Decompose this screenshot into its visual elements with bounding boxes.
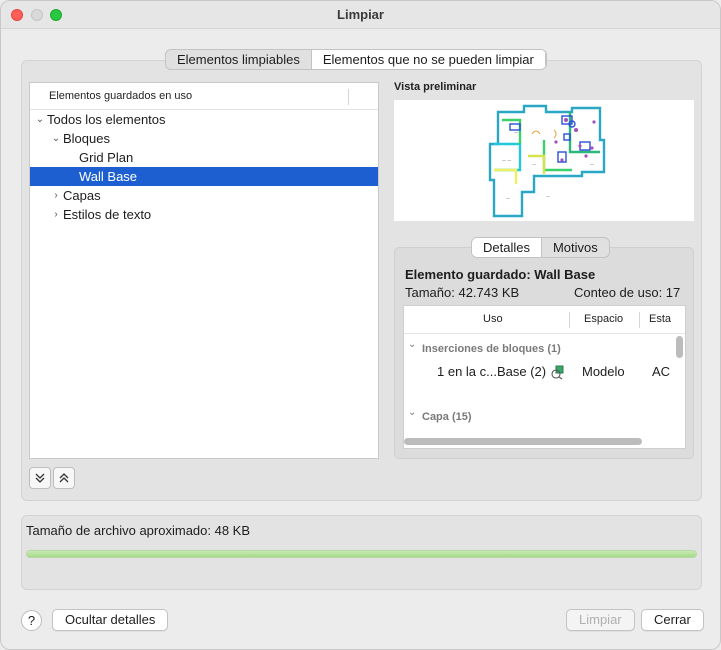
floor-plan-image: — — — — — — — [488, 104, 606, 218]
column-header-space[interactable]: Espacio [584, 306, 623, 333]
usage-table: Uso Espacio Esta ⌄ Inserciones de bloque… [403, 305, 686, 449]
double-chevron-down-icon [35, 473, 45, 483]
state-cell[interactable]: AC [652, 364, 670, 379]
horizontal-scrollbar[interactable] [404, 438, 642, 445]
group-block-insertions[interactable]: Inserciones de bloques (1) [422, 343, 561, 355]
hide-details-button[interactable]: Ocultar detalles [52, 609, 169, 631]
tree-header: Elementos guardados en uso [30, 83, 378, 110]
saved-item-title: Elemento guardado: Wall Base [405, 267, 596, 282]
purge-tabs: Elementos limpiables Elementos que no se… [165, 49, 547, 70]
svg-text:—: — [590, 162, 594, 167]
progress-fill [27, 551, 696, 557]
chevron-down-icon[interactable]: ⌄ [50, 129, 62, 148]
tree-header-label: Elementos guardados en uso [49, 90, 193, 102]
help-button[interactable]: ? [21, 610, 42, 631]
svg-text:—: — [546, 194, 550, 199]
tree-item-layers[interactable]: › Capas [30, 186, 378, 205]
purge-dialog: Limpiar Elementos limpiables Elementos q… [0, 0, 721, 650]
use-cell[interactable]: 1 en la c...Base (2) [437, 364, 546, 379]
approx-file-size: Tamaño de archivo aproximado: 48 KB [26, 523, 251, 538]
chevron-down-icon[interactable]: ⌄ [408, 339, 416, 350]
header-divider [404, 333, 685, 334]
item-size: Tamaño: 42.743 KB [405, 285, 520, 300]
space-cell[interactable]: Modelo [582, 364, 625, 379]
preview-thumbnail: — — — — — — — [394, 100, 694, 221]
tab-details[interactable]: Detalles [472, 238, 542, 257]
tree-item-wall-base[interactable]: Wall Base [30, 167, 378, 186]
block-insert-icon [551, 365, 564, 380]
column-header-use[interactable]: Uso [483, 306, 503, 333]
titlebar: Limpiar [1, 1, 720, 29]
column-divider [348, 89, 349, 105]
details-tabs: Detalles Motivos [471, 237, 610, 258]
tree-item-blocks[interactable]: ⌄ Bloques [30, 129, 378, 148]
column-divider [639, 312, 640, 328]
double-chevron-up-icon [59, 473, 69, 483]
tab-non-purgeable[interactable]: Elementos que no se pueden limpiar [310, 50, 546, 69]
close-button[interactable]: Cerrar [641, 609, 704, 631]
chevron-right-icon[interactable]: › [50, 205, 62, 224]
svg-text:—: — [532, 162, 536, 167]
expand-all-button[interactable] [29, 467, 51, 489]
saved-items-tree: Elementos guardados en uso ⌄ Todos los e… [29, 82, 379, 459]
file-size-progress-bar [26, 550, 697, 558]
svg-text:—: — [506, 196, 510, 201]
tree-item-text-styles[interactable]: › Estilos de texto [30, 205, 378, 224]
column-header-state[interactable]: Esta [649, 306, 671, 333]
tab-purgeable[interactable]: Elementos limpiables [166, 50, 311, 69]
chevron-down-icon[interactable]: ⌄ [34, 110, 46, 129]
chevron-right-icon[interactable]: › [50, 186, 62, 205]
group-layer[interactable]: Capa (15) [422, 411, 472, 423]
column-divider [569, 312, 570, 328]
collapse-all-button[interactable] [53, 467, 75, 489]
tree-item-grid-plan[interactable]: Grid Plan [30, 148, 378, 167]
svg-text:— —: — — [502, 158, 511, 163]
purge-button[interactable]: Limpiar [566, 609, 635, 631]
use-count: Conteo de uso: 17 [574, 285, 681, 300]
chevron-down-icon[interactable]: ⌄ [408, 407, 416, 418]
vertical-scrollbar[interactable] [676, 336, 683, 358]
window-title: Limpiar [337, 7, 384, 22]
preview-label: Vista preliminar [394, 81, 477, 93]
svg-text:—: — [514, 130, 518, 135]
tree-item-all[interactable]: ⌄ Todos los elementos [30, 110, 378, 129]
tab-reasons[interactable]: Motivos [542, 238, 609, 257]
